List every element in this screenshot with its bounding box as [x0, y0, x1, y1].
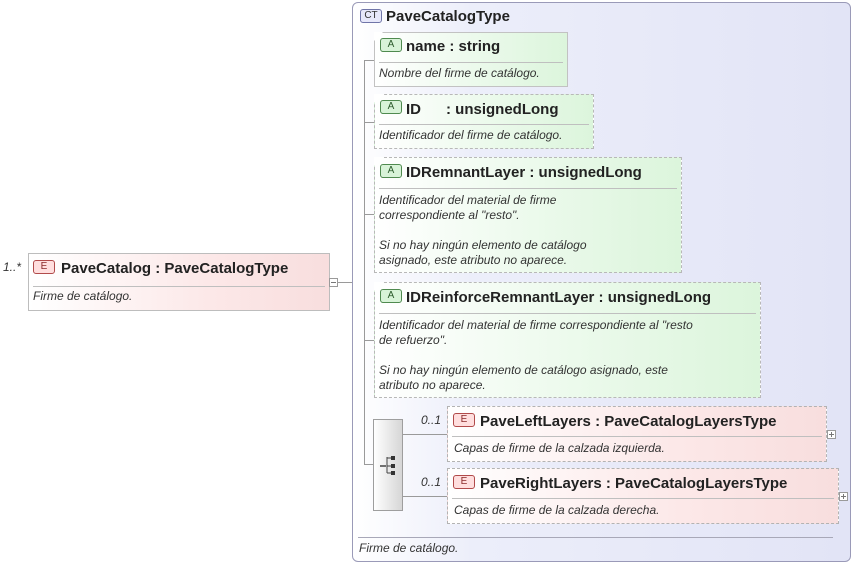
attribute-idreinforceremnantlayer[interactable]: A IDReinforceRemnantLayer : unsignedLong…: [374, 282, 761, 398]
child-element-paveleftlayers[interactable]: E PaveLeftLayers : PaveCatalogLayersType…: [447, 406, 827, 462]
element-badge: E: [453, 413, 475, 427]
sequence-compositor[interactable]: [373, 419, 403, 511]
attribute-title: name : string: [406, 38, 501, 55]
element-badge: E: [33, 260, 55, 274]
attribute-note: Identificador del material de firme corr…: [379, 193, 587, 267]
complex-type-badge: CT: [360, 9, 382, 23]
child-element-paverightlayers[interactable]: E PaveRightLayers : PaveCatalogLayersTyp…: [447, 468, 839, 524]
child-cardinality: 0..1: [421, 475, 442, 489]
root-element-title: PaveCatalog : PaveCatalogType: [61, 260, 289, 277]
attribute-note: Identificador del material de firme corr…: [379, 318, 693, 392]
complex-type-footer-note: Firme de catálogo.: [359, 541, 459, 555]
attribute-badge: A: [380, 38, 402, 52]
attribute-title: ID : unsignedLong: [406, 101, 559, 118]
attribute-note: Identificador del firme de catálogo.: [379, 128, 563, 142]
expand-icon[interactable]: [839, 492, 848, 501]
child-element-note: Capas de firme de la calzada izquierda.: [454, 441, 665, 455]
attribute-title: IDReinforceRemnantLayer : unsignedLong: [406, 289, 712, 306]
sequence-compositor-icon: [380, 456, 395, 475]
attribute-badge: A: [380, 164, 402, 178]
root-element-box[interactable]: E PaveCatalog : PaveCatalogType Firme de…: [28, 253, 330, 311]
complex-type-title: PaveCatalogType: [386, 8, 510, 25]
child-element-title: PaveRightLayers : PaveCatalogLayersType: [480, 475, 788, 492]
attribute-name[interactable]: A name : string Nombre del firme de catá…: [374, 32, 568, 87]
child-cardinality: 0..1: [421, 413, 442, 427]
collapse-icon[interactable]: [329, 278, 338, 287]
child-element-title: PaveLeftLayers : PaveCatalogLayersType: [480, 413, 777, 430]
attribute-badge: A: [380, 100, 402, 114]
attribute-idremnantlayer[interactable]: A IDRemnantLayer : unsignedLong Identifi…: [374, 157, 682, 273]
root-element-note: Firme de catálogo.: [33, 289, 133, 303]
attribute-id[interactable]: A ID : unsignedLong Identificador del fi…: [374, 94, 594, 149]
child-element-note: Capas de firme de la calzada derecha.: [454, 503, 660, 517]
element-badge: E: [453, 475, 475, 489]
attribute-note: Nombre del firme de catálogo.: [379, 66, 540, 80]
attribute-title: IDRemnantLayer : unsignedLong: [406, 164, 642, 181]
attribute-badge: A: [380, 289, 402, 303]
expand-icon[interactable]: [827, 430, 836, 439]
root-cardinality: 1..*: [3, 260, 22, 274]
